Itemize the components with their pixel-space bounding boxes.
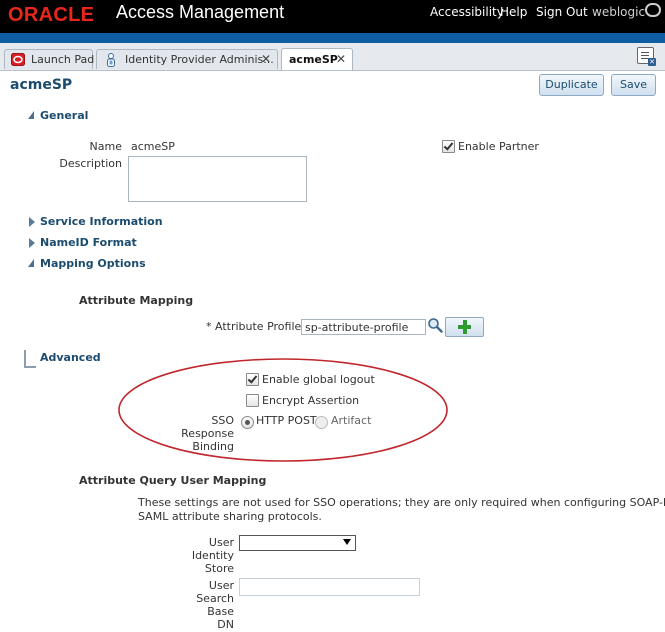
description-field[interactable] (128, 156, 307, 202)
launch-pad-icon (11, 53, 25, 66)
sign-out-link[interactable]: Sign Out (536, 5, 588, 19)
sso-response-binding-label: SSO Response Binding (181, 414, 234, 453)
accessibility-link[interactable]: Accessibility (430, 5, 504, 19)
tab-identity-provider-admin[interactable]: Identity Provider Adminis... ✕ (96, 49, 278, 69)
section-service-information[interactable]: Service Information (40, 215, 163, 228)
tab-launch-pad[interactable]: Launch Pad (4, 49, 94, 69)
help-link[interactable]: Help (500, 5, 527, 19)
product-title: Access Management (116, 2, 285, 22)
dropdown-arrow-icon (343, 539, 351, 545)
duplicate-button[interactable]: Duplicate (539, 74, 604, 96)
section-general[interactable]: General (40, 109, 88, 122)
section-mapping-options[interactable]: Mapping Options (40, 257, 146, 270)
collapse-triangle-icon[interactable] (28, 259, 34, 267)
http-post-label: HTTP POST (256, 414, 317, 427)
collapse-corner-icon[interactable] (24, 350, 36, 368)
attribute-profile-label: * Attribute Profile (206, 320, 301, 333)
expand-triangle-icon[interactable] (29, 238, 35, 248)
enable-partner-label: Enable Partner (458, 140, 539, 153)
user-identity-store-select[interactable] (239, 535, 356, 551)
artifact-radio[interactable] (315, 416, 328, 429)
enable-partner-checkbox[interactable] (442, 140, 455, 153)
page-title: acmeSP (10, 77, 73, 93)
user-search-base-dn-label: User Search Base DN (196, 579, 234, 631)
tab-bar: Launch Pad Identity Provider Adminis... … (0, 48, 665, 71)
name-value: acmeSP (131, 140, 175, 153)
section-advanced[interactable]: Advanced (40, 351, 101, 364)
http-post-radio[interactable] (241, 416, 254, 429)
attribute-mapping-header: Attribute Mapping (79, 294, 194, 307)
attribute-query-note-line2: SAML attribute sharing protocols. (138, 510, 322, 523)
header-accent-band (0, 33, 665, 43)
expand-triangle-icon[interactable] (29, 217, 35, 227)
enable-global-logout-checkbox[interactable] (246, 373, 259, 386)
attribute-profile-label-text: Attribute Profile (215, 320, 302, 333)
add-button[interactable] (445, 317, 484, 337)
oracle-o-icon (645, 3, 661, 17)
name-label: Name (89, 140, 122, 153)
tab-acmesp[interactable]: acmeSP ✕ (281, 48, 353, 70)
attribute-query-header: Attribute Query User Mapping (79, 474, 267, 487)
encrypt-assertion-checkbox[interactable] (246, 394, 259, 407)
oracle-logo: ORACLE (8, 4, 95, 26)
close-icon[interactable]: ✕ (336, 52, 346, 66)
enable-global-logout-label: Enable global logout (262, 373, 375, 386)
username-label: weblogic (592, 5, 646, 19)
required-marker: * (206, 320, 212, 333)
user-identity-store-label: User Identity Store (191, 536, 234, 575)
global-header: ORACLE Access Management Accessibility H… (0, 0, 665, 33)
description-label: Description (59, 157, 122, 170)
save-button[interactable]: Save (611, 74, 656, 96)
user-icon (107, 53, 115, 67)
section-nameid-format[interactable]: NameID Format (40, 236, 137, 249)
artifact-label: Artifact (331, 414, 372, 427)
collapse-triangle-icon[interactable] (28, 111, 34, 119)
attribute-profile-input[interactable] (301, 319, 426, 335)
close-icon[interactable]: ✕ (261, 52, 271, 66)
encrypt-assertion-label: Encrypt Assertion (262, 394, 360, 407)
user-search-base-dn-input[interactable] (239, 578, 420, 596)
attribute-query-note: These settings are not used for SSO oper… (138, 496, 665, 509)
tab-list-icon[interactable]: ✕ (637, 47, 656, 66)
search-icon[interactable] (427, 317, 443, 333)
